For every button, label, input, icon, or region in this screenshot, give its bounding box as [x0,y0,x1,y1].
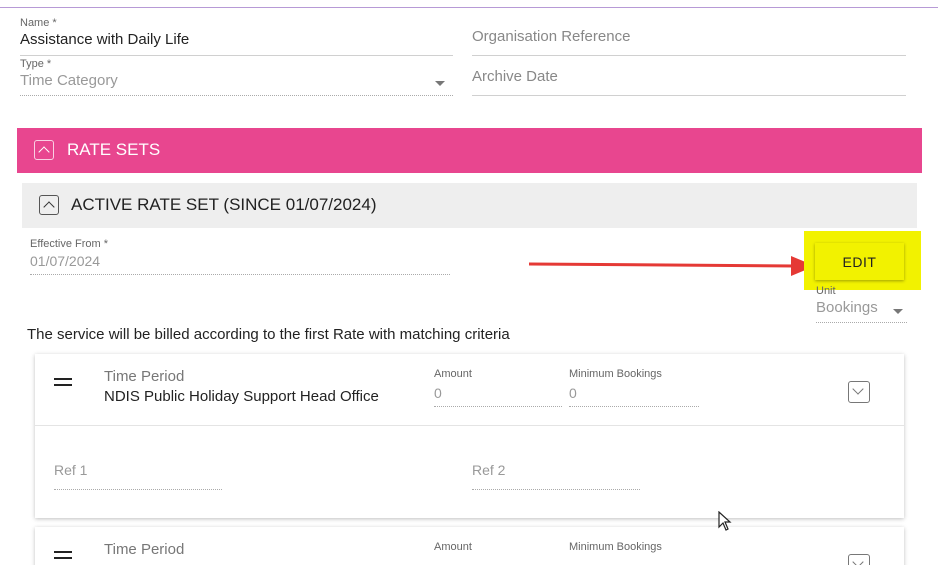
active-rate-set-header[interactable]: ACTIVE RATE SET (SINCE 01/07/2024) [22,183,917,228]
type-caret-down-icon[interactable] [435,81,445,86]
name-label: Name * [20,17,57,29]
type-value: Time Category [20,72,118,89]
time-period-value[interactable]: NDIS Public Holiday Support Head Office [104,388,379,405]
rate-sets-title: RATE SETS [67,140,161,159]
time-period-label: Time Period [104,368,185,385]
ref2-input[interactable]: Ref 2 [472,462,640,490]
organisation-reference-field[interactable]: Organisation Reference [472,27,906,56]
effective-from-value: 01/07/2024 [30,253,101,269]
top-divider [0,0,938,8]
minimum-bookings-input[interactable]: 0 [569,385,699,407]
expand-chevron-down-icon[interactable] [848,554,870,565]
type-label: Type * [20,58,52,70]
name-value: Assistance with Daily Life [20,31,190,48]
active-rate-set-collapse-chevron-up-icon[interactable] [39,195,59,215]
unit-caret-down-icon[interactable] [893,309,903,314]
billing-description: The service will be billed according to … [27,326,510,343]
red-arrow-annotation [528,256,815,276]
drag-handle-icon[interactable] [54,551,72,559]
unit-value: Bookings [816,299,878,316]
amount-label: Amount [434,368,472,380]
rate-sets-collapse-chevron-up-icon[interactable] [34,140,54,160]
time-period-label: Time Period [104,541,185,558]
archive-date-field[interactable]: Archive Date [472,67,906,96]
expand-chevron-down-icon[interactable] [848,381,870,403]
unit-label: Unit [816,285,836,297]
rate-card: Time Period NDIS Public Holiday Support … [35,354,904,518]
card-divider [35,425,904,426]
effective-from-field[interactable]: Effective From * 01/07/2024 [30,238,450,275]
rate-sets-header[interactable]: RATE SETS [17,128,922,173]
active-rate-set-title: ACTIVE RATE SET (SINCE 01/07/2024) [71,195,377,214]
minimum-bookings-label: Minimum Bookings [569,541,662,553]
edit-button[interactable]: EDIT [815,243,904,280]
rate-card: Time Period Amount Minimum Bookings [35,527,904,565]
amount-label: Amount [434,541,472,553]
archive-date-placeholder: Archive Date [472,68,558,85]
chevron-down-icon [852,383,864,395]
organisation-reference-placeholder: Organisation Reference [472,28,631,45]
name-field[interactable]: Name * Assistance with Daily Life [20,17,453,56]
minimum-bookings-label: Minimum Bookings [569,368,662,380]
chevron-down-icon [852,556,864,565]
mouse-pointer-icon [718,511,732,531]
effective-from-label: Effective From * [30,238,109,250]
chevron-up-icon [43,201,55,213]
amount-input[interactable]: 0 [434,385,562,407]
drag-handle-icon[interactable] [54,378,72,386]
unit-select[interactable]: Unit Bookings [816,285,907,323]
type-select[interactable]: Type * Time Category [20,58,453,96]
chevron-up-icon [38,146,50,158]
ref1-input[interactable]: Ref 1 [54,462,222,490]
